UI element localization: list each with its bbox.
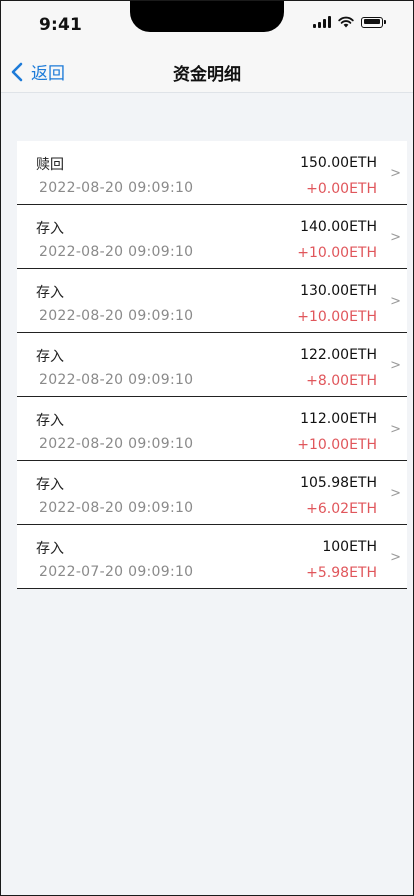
record-type: 存入	[36, 477, 64, 493]
record-balance: 130.00ETH	[300, 283, 377, 299]
status-time: 9:41	[39, 15, 83, 35]
fund-record-row[interactable]: 赎回 2022-08-20 09:09:10 150.00ETH +0.00ET…	[17, 141, 407, 205]
fund-record-list: 赎回 2022-08-20 09:09:10 150.00ETH +0.00ET…	[17, 141, 407, 589]
record-balance: 100ETH	[322, 539, 377, 555]
record-balance: 150.00ETH	[300, 155, 377, 171]
record-date: 2022-08-20 09:09:10	[39, 244, 194, 260]
record-type: 存入	[36, 541, 64, 557]
chevron-right-icon: >	[390, 166, 401, 181]
record-balance: 105.98ETH	[300, 475, 377, 491]
record-change: +5.98ETH	[306, 565, 377, 581]
fund-record-row[interactable]: 存入 2022-07-20 09:09:10 100ETH +5.98ETH >	[17, 525, 407, 589]
record-date: 2022-08-20 09:09:10	[39, 500, 194, 516]
chevron-right-icon: >	[390, 294, 401, 309]
device-notch	[130, 1, 284, 32]
chevron-right-icon: >	[390, 486, 401, 501]
record-change: +10.00ETH	[297, 437, 377, 453]
battery-icon	[361, 16, 386, 28]
record-change: +8.00ETH	[306, 373, 377, 389]
status-icons	[313, 16, 386, 28]
fund-record-row[interactable]: 存入 2022-08-20 09:09:10 112.00ETH +10.00E…	[17, 397, 407, 461]
record-change: +6.02ETH	[306, 501, 377, 517]
record-date: 2022-08-20 09:09:10	[39, 372, 194, 388]
navigation-bar: 返回 资金明细	[1, 49, 413, 93]
record-balance: 140.00ETH	[300, 219, 377, 235]
record-type: 存入	[36, 349, 64, 365]
fund-record-row[interactable]: 存入 2022-08-20 09:09:10 140.00ETH +10.00E…	[17, 205, 407, 269]
record-date: 2022-08-20 09:09:10	[39, 436, 194, 452]
chevron-right-icon: >	[390, 550, 401, 565]
signal-icon	[313, 16, 331, 28]
record-date: 2022-08-20 09:09:10	[39, 180, 194, 196]
fund-record-row[interactable]: 存入 2022-08-20 09:09:10 105.98ETH +6.02ET…	[17, 461, 407, 525]
record-change: +10.00ETH	[297, 245, 377, 261]
record-type: 存入	[36, 285, 64, 301]
record-balance: 112.00ETH	[300, 411, 377, 427]
record-change: +0.00ETH	[306, 181, 377, 197]
status-bar: 9:41	[1, 1, 413, 49]
record-type: 存入	[36, 221, 64, 237]
fund-record-row[interactable]: 存入 2022-08-20 09:09:10 122.00ETH +8.00ET…	[17, 333, 407, 397]
chevron-right-icon: >	[390, 422, 401, 437]
phone-screen: 9:41 返回 资金明细 赎回 2022-08-20 09:09:10 150.…	[0, 0, 414, 896]
record-date: 2022-07-20 09:09:10	[39, 564, 194, 580]
record-balance: 122.00ETH	[300, 347, 377, 363]
record-date: 2022-08-20 09:09:10	[39, 308, 194, 324]
record-change: +10.00ETH	[297, 309, 377, 325]
page-title: 资金明细	[173, 65, 241, 85]
record-type: 存入	[36, 413, 64, 429]
chevron-right-icon: >	[390, 230, 401, 245]
fund-record-row[interactable]: 存入 2022-08-20 09:09:10 130.00ETH +10.00E…	[17, 269, 407, 333]
chevron-right-icon: >	[390, 358, 401, 373]
record-type: 赎回	[36, 157, 64, 173]
wifi-icon	[338, 16, 354, 28]
